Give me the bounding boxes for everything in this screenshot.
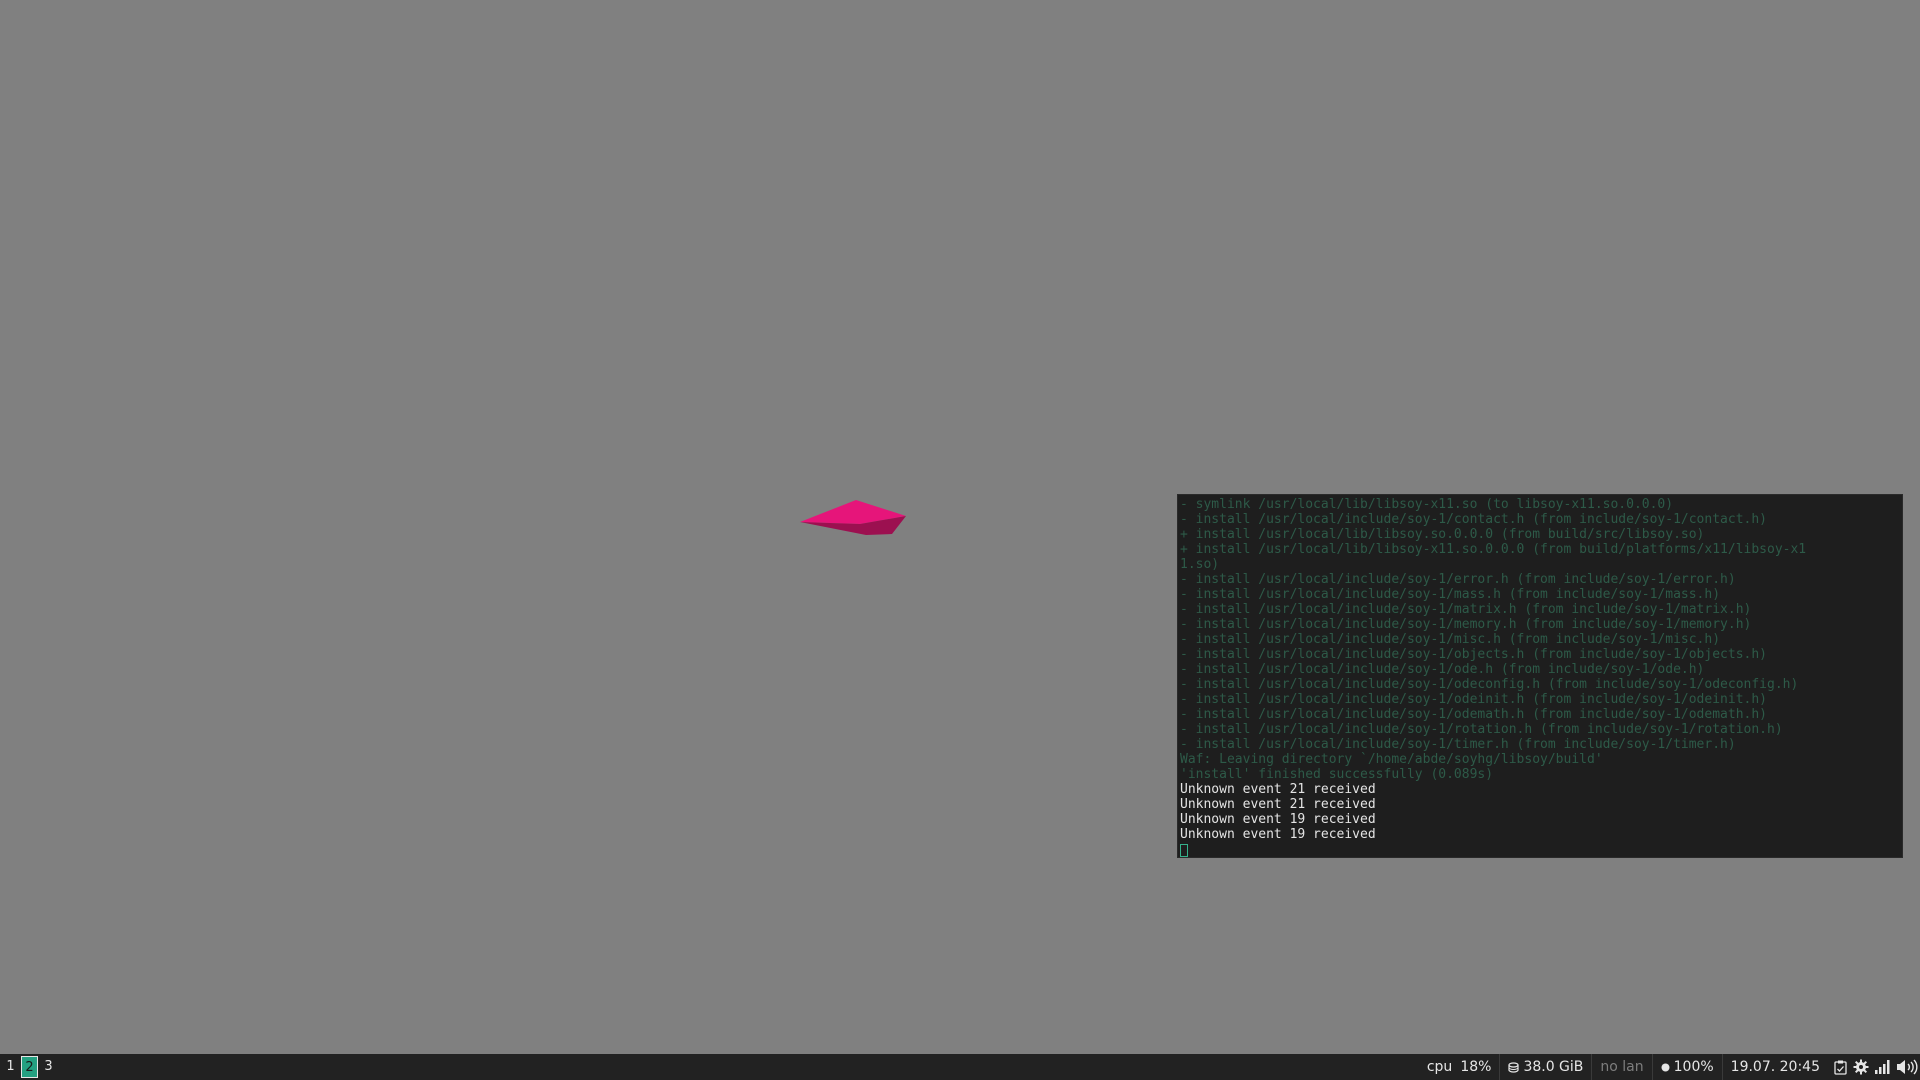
terminal-line: 'install' finished successfully (0.089s): [1180, 767, 1494, 782]
terminal-line: - install /usr/local/include/soy-1/mass.…: [1180, 587, 1721, 602]
cpu-block: cpu 18%: [1419, 1054, 1500, 1080]
lan-status: no lan: [1600, 1059, 1644, 1075]
terminal-line: + install /usr/local/lib/libsoy.so.0.0.0…: [1180, 527, 1705, 542]
terminal-output: - symlink /usr/local/lib/libsoy-x11.so (…: [1180, 497, 1900, 842]
terminal-line: - install /usr/local/include/soy-1/error…: [1180, 572, 1736, 587]
taskbar: 1 2 3 cpu 18% 38.0 GiB no lan 100% 19.07: [0, 1054, 1920, 1080]
terminal-cursor: [1180, 843, 1188, 857]
volume-icon[interactable]: [1896, 1059, 1918, 1075]
battery-block: 100%: [1651, 1054, 1722, 1080]
terminal-window[interactable]: - symlink /usr/local/lib/libsoy-x11.so (…: [1177, 494, 1903, 858]
disk-block: 38.0 GiB: [1499, 1054, 1591, 1080]
clipboard-icon[interactable]: [1834, 1060, 1847, 1075]
magenta-3d-shape: [800, 500, 906, 535]
clock-block: 19.07. 20:45: [1721, 1054, 1828, 1080]
terminal-prompt-line[interactable]: [1180, 842, 1900, 857]
workspace-1[interactable]: 1: [2, 1056, 19, 1078]
workspace-3[interactable]: 3: [40, 1056, 57, 1078]
gear-icon[interactable]: [1853, 1059, 1869, 1075]
terminal-line: - install /usr/local/include/soy-1/timer…: [1180, 737, 1736, 752]
cpu-label: cpu: [1426, 1059, 1453, 1075]
terminal-line: 1.so): [1180, 557, 1220, 572]
terminal-line: - install /usr/local/include/soy-1/odema…: [1180, 707, 1767, 722]
terminal-line: Unknown event 19 received: [1180, 827, 1376, 842]
datetime: 19.07. 20:45: [1730, 1059, 1820, 1075]
disk-icon: [1508, 1061, 1520, 1073]
terminal-line: - install /usr/local/include/soy-1/memor…: [1180, 617, 1752, 632]
cpu-value: 18%: [1460, 1059, 1492, 1075]
terminal-line: + install /usr/local/lib/libsoy-x11.so.0…: [1180, 542, 1807, 557]
status-bar: cpu 18% 38.0 GiB no lan 100% 19.07. 20:4…: [1419, 1054, 1920, 1080]
terminal-line: Unknown event 19 received: [1180, 812, 1376, 827]
terminal-line: - install /usr/local/include/soy-1/objec…: [1180, 647, 1767, 662]
terminal-line: - install /usr/local/include/soy-1/odeco…: [1180, 677, 1799, 692]
desktop: - symlink /usr/local/lib/libsoy-x11.so (…: [0, 0, 1920, 1054]
terminal-line: - install /usr/local/include/soy-1/matri…: [1180, 602, 1752, 617]
battery-value: 100%: [1673, 1059, 1714, 1075]
terminal-line: - install /usr/local/include/soy-1/ode.h…: [1180, 662, 1705, 677]
workspace-switcher: 1 2 3: [0, 1054, 59, 1080]
signal-bars-icon[interactable]: [1875, 1060, 1890, 1074]
disk-value: 38.0 GiB: [1523, 1059, 1584, 1075]
terminal-line: Unknown event 21 received: [1180, 797, 1376, 812]
terminal-line: - install /usr/local/include/soy-1/rotat…: [1180, 722, 1783, 737]
terminal-line: - install /usr/local/include/soy-1/odein…: [1180, 692, 1767, 707]
terminal-line: - install /usr/local/include/soy-1/misc.…: [1180, 632, 1721, 647]
battery-dot-icon: [1661, 1063, 1670, 1071]
terminal-line: Unknown event 21 received: [1180, 782, 1376, 797]
terminal-line: - symlink /usr/local/lib/libsoy-x11.so (…: [1180, 497, 1674, 512]
terminal-line: Waf: Leaving directory `/home/abde/soyhg…: [1180, 752, 1603, 767]
system-tray: [1828, 1059, 1918, 1075]
lan-block: no lan: [1591, 1054, 1651, 1080]
workspace-2[interactable]: 2: [21, 1056, 38, 1078]
terminal-line: - install /usr/local/include/soy-1/conta…: [1180, 512, 1767, 527]
